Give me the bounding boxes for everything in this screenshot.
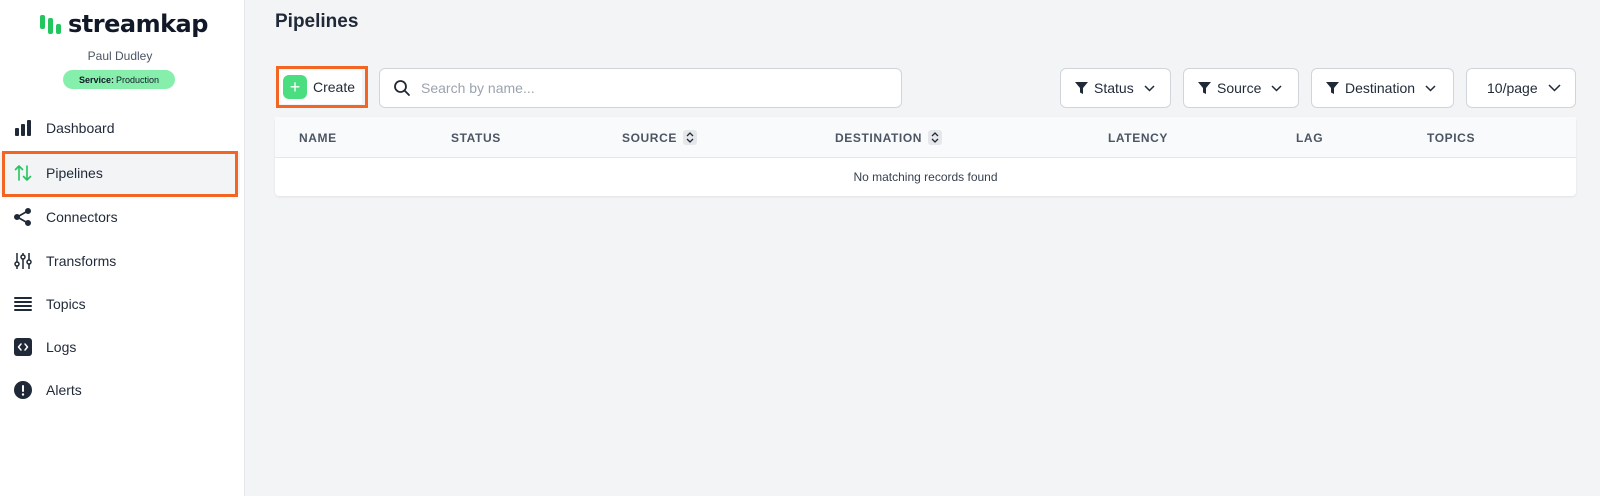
sidebar-item-dashboard[interactable]: Dashboard	[0, 107, 240, 149]
logo[interactable]: streamkap	[38, 10, 208, 38]
search-box	[379, 68, 902, 108]
arrows-up-down-icon	[12, 162, 34, 184]
sidebar-item-label: Topics	[46, 296, 86, 312]
share-icon	[12, 206, 34, 228]
sidebar-item-transforms[interactable]: Transforms	[0, 240, 240, 282]
brand-name: streamkap	[68, 10, 208, 38]
search-icon	[393, 79, 411, 97]
create-button-label: Create	[313, 79, 356, 95]
logo-mark-icon	[38, 12, 64, 36]
sidebar-item-label: Pipelines	[46, 165, 103, 181]
chevron-down-icon	[1271, 84, 1282, 92]
plus-icon: +	[283, 75, 307, 99]
source-filter-label: Source	[1217, 80, 1262, 96]
filter-icon	[1198, 81, 1211, 95]
code-icon	[12, 336, 34, 358]
create-button[interactable]: + Create	[279, 70, 362, 104]
source-filter-button[interactable]: Source	[1183, 68, 1299, 108]
page-title: Pipelines	[275, 11, 359, 32]
user-name: Paul Dudley	[87, 49, 153, 63]
service-badge: Service: Production	[63, 70, 175, 89]
sidebar-item-alerts[interactable]: Alerts	[0, 369, 240, 411]
column-source-label: SOURCE	[622, 130, 677, 145]
sidebar-item-topics[interactable]: Topics	[0, 283, 240, 325]
sidebar-item-label: Logs	[46, 339, 77, 355]
sidebar: streamkap Paul Dudley Service: Productio…	[0, 0, 245, 496]
sidebar-item-connectors[interactable]: Connectors	[0, 196, 240, 238]
bar-chart-icon	[12, 117, 34, 139]
column-lag[interactable]: LAG	[1296, 117, 1323, 158]
column-source[interactable]: SOURCE	[622, 117, 697, 158]
status-filter-button[interactable]: Status	[1060, 68, 1171, 108]
chevron-down-icon	[1548, 84, 1561, 92]
destination-filter-button[interactable]: Destination	[1311, 68, 1454, 108]
sliders-icon	[12, 250, 34, 272]
column-status[interactable]: STATUS	[451, 117, 501, 158]
page-size-label: 10/page	[1487, 80, 1538, 96]
pipelines-table: NAME STATUS SOURCE DESTINATION LATENCY L…	[275, 117, 1576, 196]
sidebar-item-label: Alerts	[46, 382, 82, 398]
column-name[interactable]: NAME	[299, 117, 337, 158]
column-topics[interactable]: TOPICS	[1427, 117, 1475, 158]
page-size-select[interactable]: 10/page	[1466, 68, 1576, 108]
sidebar-item-label: Transforms	[46, 253, 117, 269]
column-destination[interactable]: DESTINATION	[835, 117, 943, 158]
column-latency[interactable]: LATENCY	[1108, 117, 1168, 158]
table-header: NAME STATUS SOURCE DESTINATION LATENCY L…	[275, 117, 1576, 158]
chevron-down-icon	[1144, 84, 1155, 92]
alert-icon	[12, 379, 34, 401]
chevron-down-icon	[1425, 84, 1436, 92]
sidebar-item-pipelines[interactable]: Pipelines	[0, 152, 240, 194]
sidebar-item-logs[interactable]: Logs	[0, 326, 240, 368]
service-badge-value: Production	[116, 74, 160, 85]
sort-icon[interactable]	[928, 130, 943, 145]
sort-icon[interactable]	[682, 130, 697, 145]
filter-icon	[1326, 81, 1339, 95]
filter-icon	[1075, 81, 1088, 95]
empty-state-message: No matching records found	[853, 170, 998, 184]
status-filter-label: Status	[1094, 80, 1134, 96]
destination-filter-label: Destination	[1345, 80, 1416, 96]
service-badge-label: Service:	[78, 74, 114, 85]
sidebar-item-label: Connectors	[46, 209, 118, 225]
column-destination-label: DESTINATION	[835, 130, 923, 145]
sidebar-item-label: Dashboard	[46, 120, 115, 136]
list-icon	[12, 293, 34, 315]
search-input[interactable]	[421, 80, 891, 96]
